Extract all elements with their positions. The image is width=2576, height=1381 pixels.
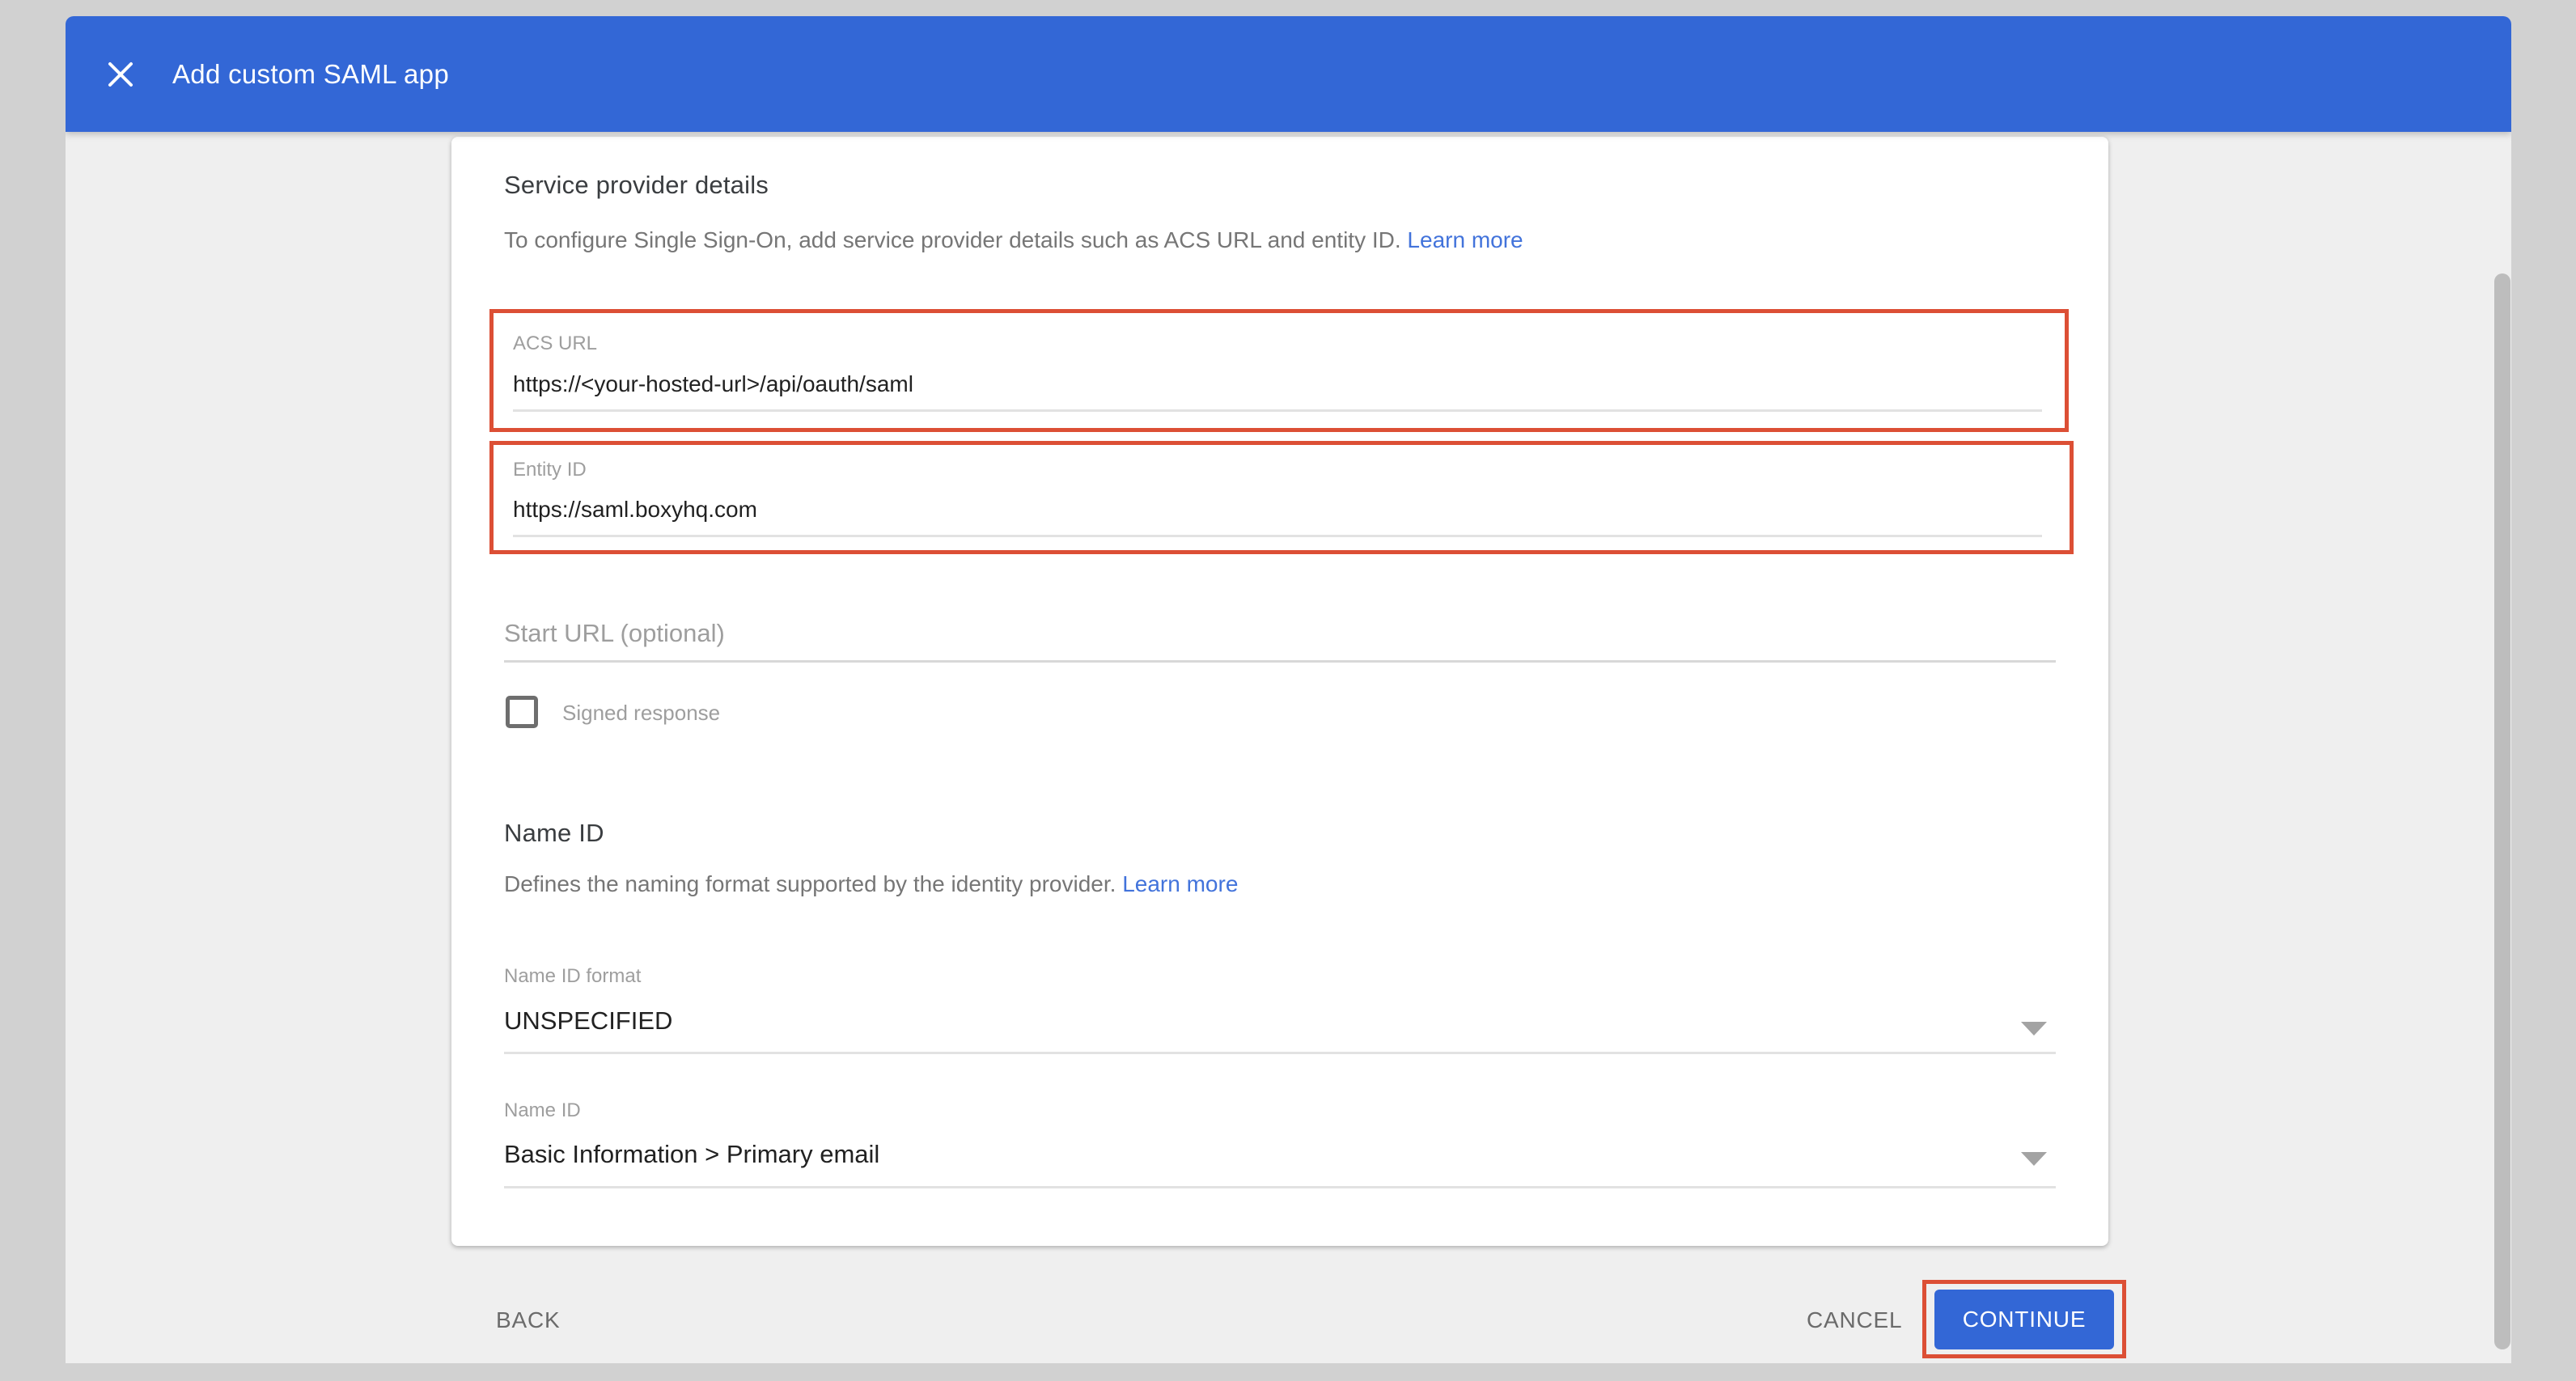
start-url-underline: [504, 660, 2056, 663]
name-id-format-select[interactable]: UNSPECIFIED: [504, 1006, 672, 1036]
close-icon[interactable]: [103, 57, 138, 92]
name-id-description: Defines the naming format supported by t…: [504, 871, 1238, 897]
dialog-title: Add custom SAML app: [172, 59, 449, 90]
name-id-underline: [504, 1186, 2056, 1188]
service-provider-description: To configure Single Sign-On, add service…: [504, 227, 1523, 253]
page-background: Add custom SAML app Service provider det…: [0, 0, 2576, 1381]
dialog-header: Add custom SAML app: [66, 16, 2511, 132]
service-provider-card: Service provider details To configure Si…: [451, 137, 2108, 1246]
name-id-format-underline: [504, 1052, 2056, 1054]
acs-url-label: ACS URL: [513, 333, 597, 355]
entity-id-input[interactable]: https://saml.boxyhq.com: [513, 497, 757, 523]
entity-id-underline: [513, 535, 2042, 537]
name-id-description-text: Defines the naming format supported by t…: [504, 871, 1116, 896]
back-button[interactable]: BACK: [477, 1293, 579, 1348]
name-id-select[interactable]: Basic Information > Primary email: [504, 1140, 879, 1169]
name-id-select-label: Name ID: [504, 1099, 581, 1122]
start-url-input[interactable]: Start URL (optional): [504, 619, 725, 648]
name-id-learn-more-link[interactable]: Learn more: [1122, 871, 1238, 896]
acs-url-highlight-box: ACS URL https://<your-hosted-url>/api/oa…: [489, 309, 2069, 432]
name-id-heading: Name ID: [504, 819, 604, 848]
continue-highlight-box: CONTINUE: [1922, 1280, 2126, 1358]
name-id-caret-down-icon[interactable]: [2021, 1152, 2047, 1166]
signed-response-checkbox[interactable]: [506, 696, 538, 728]
cancel-button[interactable]: CANCEL: [1787, 1293, 1921, 1348]
signed-response-label: Signed response: [562, 701, 720, 726]
service-provider-heading: Service provider details: [504, 171, 769, 200]
name-id-format-label: Name ID format: [504, 965, 641, 988]
name-id-format-caret-down-icon[interactable]: [2021, 1022, 2047, 1036]
entity-id-label: Entity ID: [513, 459, 587, 481]
add-custom-saml-app-dialog: Add custom SAML app Service provider det…: [66, 16, 2511, 1363]
acs-url-underline: [513, 409, 2042, 412]
vertical-scrollbar-thumb[interactable]: [2494, 273, 2510, 1349]
continue-button[interactable]: CONTINUE: [1934, 1290, 2114, 1349]
entity-id-highlight-box: Entity ID https://saml.boxyhq.com: [489, 441, 2074, 554]
service-provider-description-text: To configure Single Sign-On, add service…: [504, 227, 1401, 252]
service-provider-learn-more-link[interactable]: Learn more: [1407, 227, 1523, 252]
acs-url-input[interactable]: https://<your-hosted-url>/api/oauth/saml: [513, 371, 913, 397]
